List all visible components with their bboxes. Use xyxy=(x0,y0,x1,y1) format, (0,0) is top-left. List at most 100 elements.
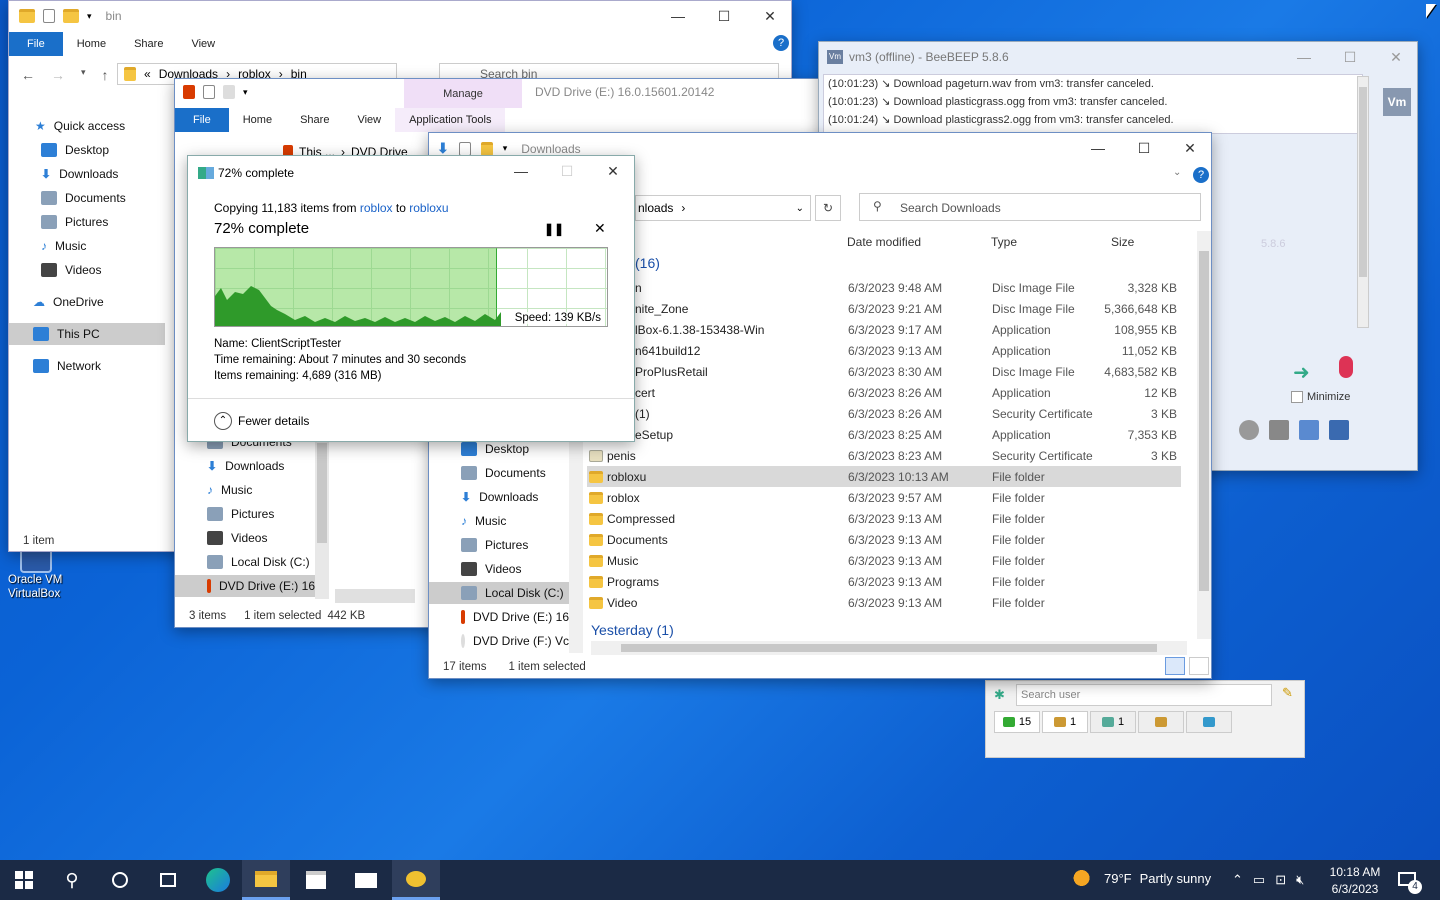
action-center-button[interactable]: 4 xyxy=(1396,868,1424,894)
search-input[interactable]: Search Downloads xyxy=(859,193,1201,221)
close-button[interactable]: ✕ xyxy=(590,156,634,186)
tab-chats[interactable]: 15 xyxy=(994,711,1040,733)
tab-file[interactable]: File xyxy=(175,108,229,132)
minimize-button[interactable]: — xyxy=(1281,42,1327,72)
nav-pictures[interactable]: Pictures xyxy=(41,211,108,233)
clock[interactable]: 10:18 AM 6/3/2023 xyxy=(1328,864,1382,898)
new-folder-icon[interactable] xyxy=(223,85,235,99)
cortana-button[interactable] xyxy=(96,860,144,900)
tab-view[interactable]: View xyxy=(343,114,395,126)
volume-muted-icon[interactable]: 🔇︎ xyxy=(1296,872,1304,888)
column-header-date[interactable]: Date modified xyxy=(847,235,921,249)
search-user-input[interactable]: Search user xyxy=(1016,684,1272,706)
minimize-button[interactable]: — xyxy=(498,156,544,186)
ribbon-expand-icon[interactable]: ⌄ xyxy=(1173,167,1181,178)
save-icon[interactable] xyxy=(1329,420,1349,440)
task-view-button[interactable] xyxy=(144,860,192,900)
nav-dvd-drive[interactable]: DVD Drive (E:) 16 xyxy=(175,575,315,597)
list-item[interactable]: Video 6/3/2023 9:13 AM File folder xyxy=(587,592,1181,613)
nav-dvd-f[interactable]: DVD Drive (F:) Vc xyxy=(461,630,569,652)
list-item[interactable]: ProPlusRetail 6/3/2023 8:30 AM Disc Image … xyxy=(587,361,1181,382)
tab-home[interactable]: Home xyxy=(63,38,120,50)
nav-videos[interactable]: Videos xyxy=(41,259,101,281)
maximize-button[interactable]: ☐ xyxy=(701,1,747,31)
list-item[interactable]: penis 6/3/2023 8:23 AM Security Certificat… xyxy=(587,445,1181,466)
mail-taskbar-button[interactable] xyxy=(342,860,390,900)
recent-button[interactable]: ▾ xyxy=(81,67,86,83)
start-button[interactable] xyxy=(0,860,48,900)
close-button[interactable]: ✕ xyxy=(747,1,791,31)
horizontal-scrollbar[interactable] xyxy=(591,641,1187,655)
nav-videos[interactable]: Videos xyxy=(461,558,521,580)
nav-quick-access[interactable]: ★ Quick access xyxy=(35,115,125,137)
properties-icon[interactable] xyxy=(43,9,55,23)
nav-music[interactable]: ♪ Music xyxy=(207,479,252,501)
network-icon[interactable]: ⊡ xyxy=(1275,872,1286,888)
list-item[interactable]: cert 6/3/2023 8:26 AM Application 12 KB xyxy=(587,382,1181,403)
breadcrumb[interactable]: nloads › ⌄ xyxy=(635,195,811,221)
nav-network[interactable]: Network xyxy=(33,355,101,377)
tab-settings[interactable] xyxy=(1186,711,1232,733)
nav-onedrive[interactable]: ☁ OneDrive xyxy=(33,291,104,313)
nav-desktop[interactable]: Desktop xyxy=(41,139,109,161)
large-icons-view-button[interactable] xyxy=(1189,657,1209,675)
vertical-scrollbar[interactable] xyxy=(1197,231,1211,639)
file-explorer-taskbar-button[interactable] xyxy=(242,860,290,900)
destination-link[interactable]: robloxu xyxy=(409,201,448,215)
chevron-down-icon[interactable]: ⌄ xyxy=(796,203,804,214)
tab-share[interactable]: Share xyxy=(120,38,177,50)
details-view-button[interactable] xyxy=(1165,657,1185,675)
new-folder-icon[interactable] xyxy=(480,141,493,156)
group-header-recent[interactable]: (16) xyxy=(635,255,660,271)
pause-button[interactable]: ❚❚ xyxy=(544,222,564,236)
tab-users[interactable]: 1 xyxy=(1042,711,1088,733)
list-item[interactable]: Compressed 6/3/2023 9:13 AM File folder xyxy=(587,508,1181,529)
vertical-scrollbar[interactable] xyxy=(315,439,329,599)
back-button[interactable]: ← xyxy=(21,67,35,83)
chevron-up-icon[interactable]: ⌃ xyxy=(1232,872,1243,888)
nav-this-pc[interactable]: This PC xyxy=(9,323,165,345)
maximize-button[interactable]: ☐ xyxy=(1327,42,1373,72)
device-icon[interactable]: ▭ xyxy=(1253,872,1265,888)
tab-home[interactable]: Home xyxy=(229,114,286,126)
group-header-yesterday[interactable]: Yesterday (1) xyxy=(591,622,674,638)
virtualbox-desktop-icon[interactable]: Oracle VM VirtualBox xyxy=(8,545,78,605)
nav-documents[interactable]: Documents xyxy=(461,462,546,484)
properties-icon[interactable] xyxy=(203,85,215,99)
chevron-down-icon[interactable]: ▾ xyxy=(87,11,92,22)
tab-share[interactable]: Share xyxy=(286,114,343,126)
list-item[interactable]: eSetup 6/3/2023 8:25 AM Application 7,353 K… xyxy=(587,424,1181,445)
tab-file[interactable]: File xyxy=(9,32,63,56)
send-file-icon[interactable]: ➜ xyxy=(1293,360,1310,385)
clear-search-icon[interactable]: ✎ xyxy=(1282,685,1293,701)
record-icon[interactable] xyxy=(1239,420,1259,440)
list-item-selected[interactable]: robloxu 6/3/2023 10:13 AM File folder xyxy=(587,466,1181,487)
close-button[interactable]: ✕ xyxy=(1373,42,1417,72)
tab-application-tools[interactable]: Application Tools xyxy=(395,108,506,132)
minimize-button[interactable]: — xyxy=(655,1,701,31)
minimize-button[interactable]: — xyxy=(1075,133,1121,163)
nav-downloads[interactable]: ⬇ Downloads xyxy=(41,163,118,185)
nav-local-disk[interactable]: Local Disk (C:) xyxy=(207,551,310,573)
chevron-down-icon[interactable]: ▾ xyxy=(503,143,508,154)
list-item[interactable]: n 6/3/2023 9:48 AM Disc Image File 3,328 KB xyxy=(587,277,1181,298)
list-item[interactable]: Programs 6/3/2023 9:13 AM File folder xyxy=(587,571,1181,592)
minimize-checkbox[interactable]: Minimize xyxy=(1291,391,1350,403)
nav-videos[interactable]: Videos xyxy=(207,527,267,549)
list-item[interactable]: lBox-6.1.38-153438-Win 6/3/2023 9:17 AM Ap… xyxy=(587,319,1181,340)
list-item[interactable]: (1) 6/3/2023 8:26 AM Security Certificate 3… xyxy=(587,403,1181,424)
nav-music[interactable]: ♪ Music xyxy=(41,235,86,257)
fewer-details-button[interactable]: ⌃ Fewer details xyxy=(214,412,309,430)
help-icon[interactable]: ? xyxy=(773,35,789,51)
cancel-copy-button[interactable]: ✕ xyxy=(594,220,606,237)
help-icon[interactable]: ? xyxy=(1193,167,1209,183)
nav-downloads[interactable]: ⬇ Downloads xyxy=(207,455,284,477)
horizontal-scrollbar[interactable] xyxy=(335,589,415,603)
maximize-button[interactable]: ☐ xyxy=(1121,133,1167,163)
search-button[interactable]: ⚲ xyxy=(48,860,96,900)
nav-pictures[interactable]: Pictures xyxy=(207,503,274,525)
manage-tab-header[interactable]: Manage xyxy=(404,79,522,109)
properties-icon[interactable] xyxy=(458,141,471,156)
list-item[interactable]: n641build12 6/3/2023 9:13 AM Application 11… xyxy=(587,340,1181,361)
tab-view[interactable]: View xyxy=(177,38,229,50)
